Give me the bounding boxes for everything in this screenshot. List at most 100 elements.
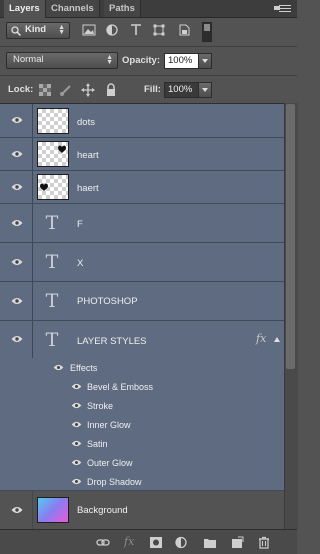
text-layer-icon: T	[45, 212, 59, 234]
text-layer-icon: T	[45, 251, 59, 273]
kind-filter-label: Kind	[25, 24, 47, 35]
lock-transparent-pixels-icon[interactable]	[38, 83, 52, 97]
eye-icon[interactable]	[71, 440, 82, 447]
filter-row: Kind ▲ ▼	[0, 18, 297, 46]
layer-name: heart	[77, 150, 99, 161]
eye-icon[interactable]	[71, 459, 82, 466]
layer-thumbnail	[37, 108, 69, 134]
eye-icon[interactable]	[53, 364, 64, 371]
effects-label: Effects	[70, 363, 98, 373]
layer-name: PHOTOSHOP	[77, 296, 138, 307]
layer-name: F	[77, 219, 83, 230]
effect-inner-glow[interactable]: Inner Glow	[87, 420, 131, 430]
text-layer-icon: T	[45, 290, 59, 312]
effects-list: Effects Bevel & Emboss Stroke Inner Glow…	[0, 358, 284, 491]
filter-adjustment-icon[interactable]	[105, 24, 119, 36]
blend-mode-select[interactable]: Normal ▲ ▼	[6, 52, 118, 69]
updown-arrows-icon: ▲ ▼	[58, 24, 65, 36]
panel-tab-bar: × Layers Channels Paths	[0, 0, 297, 18]
fill-input[interactable]: 100%	[164, 82, 199, 98]
visibility-toggle[interactable]	[0, 138, 33, 170]
scrollbar-thumb[interactable]	[286, 104, 295, 369]
layer-row-heart[interactable]: heart	[0, 138, 284, 171]
tab-channels[interactable]: Channels	[46, 0, 100, 17]
layer-row-f[interactable]: T F	[0, 204, 284, 243]
eye-icon	[11, 259, 23, 265]
visibility-toggle[interactable]	[0, 104, 33, 137]
filter-shape-icon[interactable]	[152, 24, 166, 36]
search-icon	[11, 26, 21, 36]
opacity-label: Opacity:	[122, 55, 161, 66]
layer-name: LAYER STYLES	[77, 336, 147, 347]
effect-satin[interactable]: Satin	[87, 439, 108, 449]
filter-pixel-icon[interactable]	[82, 24, 96, 36]
lock-position-icon[interactable]	[81, 83, 95, 97]
panel-menu-icon[interactable]	[274, 3, 291, 13]
trash-icon[interactable]	[257, 536, 271, 549]
layer-name: dots	[77, 117, 95, 128]
link-layers-icon[interactable]	[96, 536, 110, 549]
layer-row-layer-styles[interactable]: T LAYER STYLES fx	[0, 321, 284, 359]
fx-icon[interactable]: fx	[256, 332, 266, 345]
effect-drop-shadow[interactable]: Drop Shadow	[87, 477, 142, 487]
eye-icon	[11, 184, 23, 190]
lock-label: Lock:	[8, 84, 34, 95]
layer-name: haert	[77, 183, 99, 194]
blend-mode-value: Normal	[13, 54, 44, 65]
kind-filter-select[interactable]: Kind ▲ ▼	[6, 22, 70, 39]
layer-name: Background	[77, 505, 128, 516]
visibility-toggle[interactable]	[0, 491, 33, 529]
layer-thumbnail	[37, 141, 69, 167]
opacity-input[interactable]: 100%	[164, 53, 199, 69]
visibility-toggle[interactable]	[0, 321, 33, 358]
lock-image-pixels-icon[interactable]	[59, 83, 73, 97]
fill-dropdown-button[interactable]	[198, 82, 212, 98]
blend-row: Normal ▲ ▼ Opacity: 100%	[0, 46, 297, 75]
heart-shape-icon	[40, 183, 48, 191]
adjustment-layer-icon[interactable]	[174, 536, 188, 549]
visibility-toggle[interactable]	[0, 243, 33, 281]
eye-icon	[11, 220, 23, 226]
visibility-toggle[interactable]	[0, 171, 33, 203]
eye-icon	[11, 151, 23, 157]
visibility-toggle[interactable]	[0, 282, 33, 320]
eye-icon[interactable]	[71, 402, 82, 409]
filter-type-icon[interactable]	[129, 24, 143, 36]
effect-bevel-emboss[interactable]: Bevel & Emboss	[87, 382, 153, 392]
eye-icon	[11, 336, 23, 342]
eye-icon[interactable]	[71, 383, 82, 390]
effect-stroke[interactable]: Stroke	[87, 401, 113, 411]
eye-icon	[11, 117, 23, 123]
filter-smartobject-icon[interactable]	[177, 24, 191, 36]
lock-row: Lock: Fill: 100%	[0, 75, 297, 103]
eye-icon	[11, 298, 23, 304]
eye-icon	[11, 507, 23, 513]
add-layer-style-icon[interactable]: fx	[124, 535, 134, 548]
effect-outer-glow[interactable]: Outer Glow	[87, 458, 133, 468]
updown-arrows-icon: ▲ ▼	[106, 54, 113, 66]
layers-bottom-toolbar: fx	[0, 529, 297, 554]
add-mask-icon[interactable]	[149, 536, 163, 549]
fill-label: Fill:	[144, 84, 161, 95]
tab-layers[interactable]: Layers	[4, 0, 46, 18]
eye-icon[interactable]	[71, 478, 82, 485]
collapse-effects-icon[interactable]	[274, 337, 280, 342]
eye-icon[interactable]	[71, 421, 82, 428]
layer-row-x[interactable]: T X	[0, 243, 284, 282]
lock-all-icon[interactable]	[104, 83, 118, 97]
tab-paths[interactable]: Paths	[104, 0, 141, 17]
layer-row-background[interactable]: Background	[0, 491, 284, 530]
filter-toggle-switch[interactable]	[202, 22, 212, 42]
group-folder-icon[interactable]	[203, 536, 217, 549]
layer-thumbnail	[37, 174, 69, 200]
text-layer-icon: T	[45, 329, 59, 351]
visibility-toggle[interactable]	[0, 204, 33, 242]
new-layer-icon[interactable]	[230, 536, 244, 549]
layer-row-dots[interactable]: dots	[0, 104, 284, 138]
layer-thumbnail	[37, 497, 69, 523]
layer-row-photoshop[interactable]: T PHOTOSHOP	[0, 282, 284, 321]
layer-row-haert[interactable]: haert	[0, 171, 284, 204]
heart-shape-icon	[58, 145, 66, 153]
opacity-dropdown-button[interactable]	[198, 53, 212, 69]
layer-name: X	[77, 258, 84, 269]
